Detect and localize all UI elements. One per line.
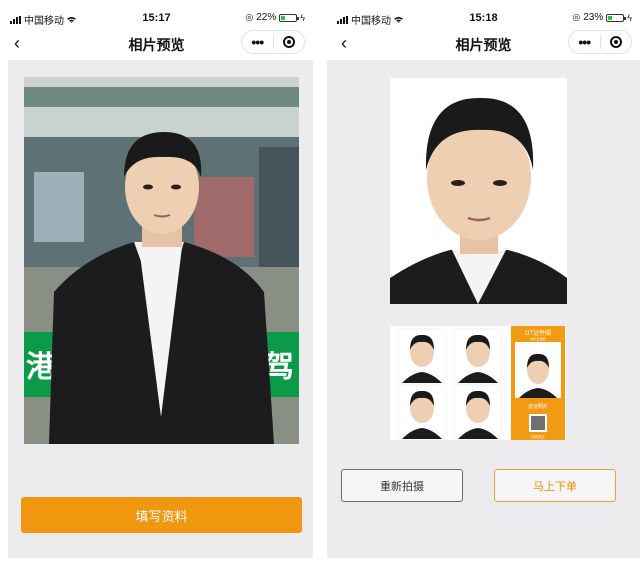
rotation-lock-icon: ◎ [245, 12, 254, 22]
battery-percent-right: 23% [583, 12, 604, 23]
retake-button[interactable]: 重新拍摄 [341, 469, 463, 502]
print-sheet-preview: OT证件照 电子证件照 证证照片 扫码关注 [390, 326, 566, 440]
close-target-icon [609, 36, 622, 48]
id-photo-image [390, 78, 567, 304]
battery-icon [606, 13, 627, 22]
charging-icon: ϟ [300, 12, 305, 23]
mini-program-capsule: ••• [241, 30, 305, 54]
mini-program-capsule-right: ••• [568, 30, 632, 54]
charging-icon: ϟ [627, 12, 632, 23]
status-right: ◎ 22% ϟ [245, 12, 305, 23]
fill-info-button[interactable]: 填写资料 [21, 497, 302, 533]
order-now-button[interactable]: 马上下单 [494, 469, 616, 502]
battery-icon [279, 13, 300, 22]
sheet-footer: 扫码关注 [531, 434, 545, 439]
close-target-icon [282, 36, 295, 48]
close-button[interactable] [274, 36, 305, 48]
rotation-lock-icon: ◎ [572, 12, 581, 22]
sheet-caption: 电子证件照 [530, 336, 545, 341]
status-bar-right: 中国移动 15:18 ◎ 23% ϟ [327, 0, 640, 32]
more-icon[interactable]: ••• [569, 34, 600, 50]
close-button-right[interactable] [601, 36, 632, 48]
more-icon[interactable]: ••• [242, 34, 273, 50]
print-sheet-image: OT证件照 电子证件照 证证照片 扫码关注 [390, 326, 566, 440]
status-right-group: ◎ 23% ϟ [572, 12, 632, 23]
sheet-label: 证证照片 [528, 403, 548, 410]
sheet-brand: OT证件照 [525, 329, 551, 337]
portrait-image: 港 驾 [24, 77, 299, 444]
id-photo-preview [390, 78, 567, 304]
nav-bar-right: ‹ 相片预览 ••• [327, 30, 640, 56]
battery-percent: 22% [256, 12, 277, 23]
nav-bar: ‹ 相片预览 ••• [0, 30, 313, 56]
captured-photo: 港 驾 [24, 77, 299, 444]
status-bar: 中国移动 15:17 ◎ 22% ϟ [0, 0, 313, 32]
